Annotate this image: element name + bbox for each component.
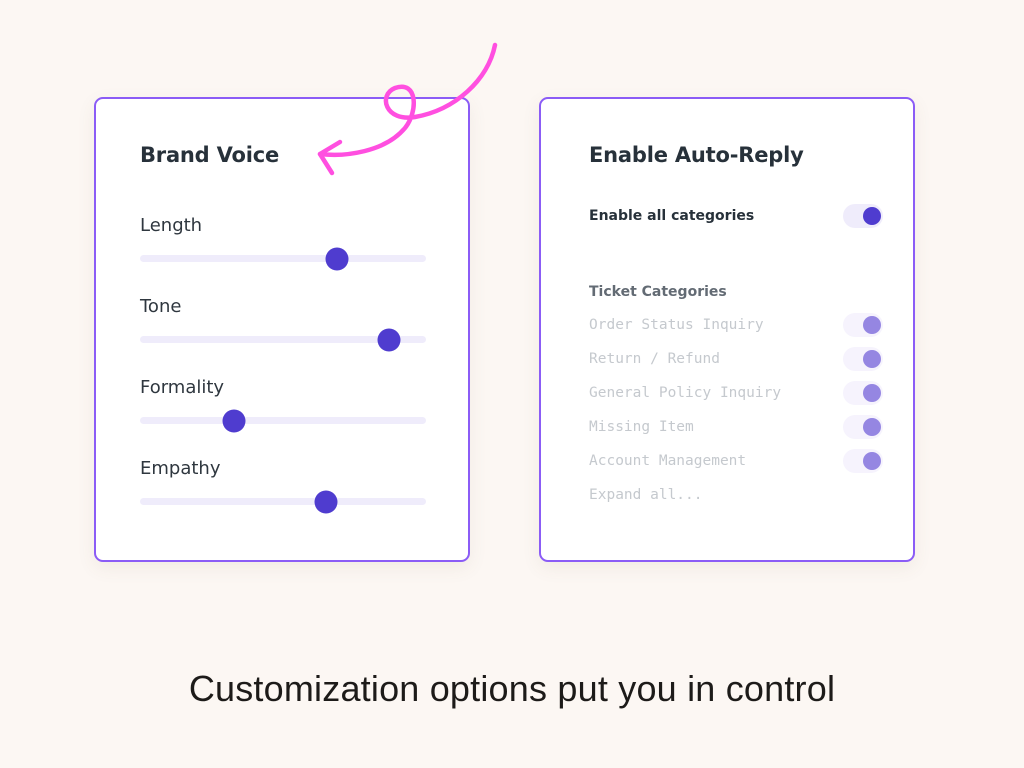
tone-slider[interactable] [140,328,426,351]
category-row: Return / Refund [589,347,883,371]
category-row: Missing Item [589,415,883,439]
tone-slider-knob[interactable] [377,328,401,351]
auto-reply-card: Enable Auto-Reply Enable all categories … [539,97,915,562]
formality-slider-knob[interactable] [222,409,246,432]
ticket-categories-label: Ticket Categories [589,284,727,300]
length-label: Length [140,215,203,236]
toggle-knob [863,418,881,436]
enable-all-toggle[interactable] [843,204,883,228]
empathy-label: Empathy [140,458,221,479]
auto-reply-title: Enable Auto-Reply [589,143,804,167]
toggle-knob [863,452,881,470]
category-label: Return / Refund [589,351,720,367]
return-refund-toggle[interactable] [843,347,883,371]
enable-all-row: Enable all categories [589,204,883,228]
missing-item-toggle[interactable] [843,415,883,439]
formality-slider[interactable] [140,409,426,432]
order-status-toggle[interactable] [843,313,883,337]
category-label: General Policy Inquiry [589,385,782,401]
category-label: Order Status Inquiry [589,317,764,333]
empathy-slider-knob[interactable] [314,490,338,513]
expand-all-link[interactable]: Expand all... [589,487,703,503]
brand-voice-title: Brand Voice [140,143,280,167]
tone-label: Tone [140,296,182,317]
category-label: Missing Item [589,419,694,435]
toggle-knob [863,384,881,402]
formality-label: Formality [140,377,225,398]
account-management-toggle[interactable] [843,449,883,473]
enable-all-label: Enable all categories [589,208,755,224]
caption: Customization options put you in control [188,668,836,709]
category-row: Order Status Inquiry [589,313,883,337]
toggle-knob [863,350,881,368]
toggle-knob [863,207,881,225]
category-row: General Policy Inquiry [589,381,883,405]
category-row: Account Management [589,449,883,473]
category-label: Account Management [589,453,747,469]
length-slider-knob[interactable] [325,247,349,270]
brand-voice-card: Brand Voice Length Tone Formality Empath… [94,97,470,562]
length-slider[interactable] [140,247,426,270]
general-policy-toggle[interactable] [843,381,883,405]
empathy-slider[interactable] [140,490,426,513]
toggle-knob [863,316,881,334]
